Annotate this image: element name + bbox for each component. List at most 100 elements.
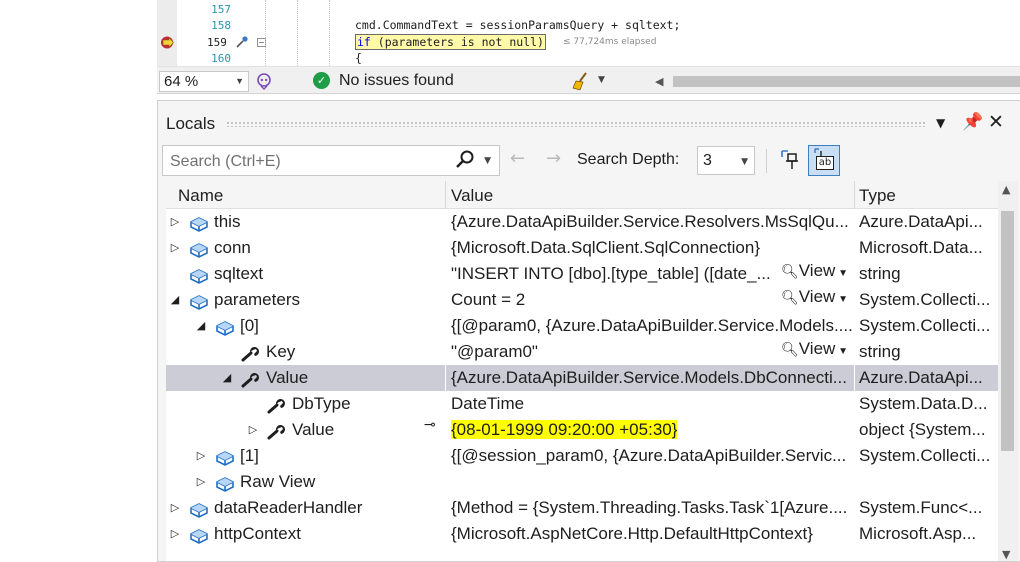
name-cell[interactable]: ▷ httpContext [166, 521, 445, 547]
column-header-type[interactable]: Type [859, 186, 896, 206]
name-cell[interactable]: Key [166, 339, 445, 365]
name-cell[interactable]: ▷ Value ⊸ [166, 417, 445, 443]
value-cell[interactable]: {Microsoft.AspNetCore.Http.DefaultHttpCo… [446, 521, 854, 547]
table-row[interactable]: ▷ Raw View [166, 469, 998, 495]
horizontal-scrollbar[interactable]: ◀ [655, 74, 1020, 88]
type-cell[interactable]: System.Func<... [855, 495, 998, 521]
type-cell[interactable]: Azure.DataApi... [855, 365, 998, 391]
column-header-name[interactable]: Name [178, 186, 223, 206]
expand-arrow-icon[interactable]: ▷ [168, 235, 182, 261]
name-cell[interactable]: ◢ Value [166, 365, 445, 391]
code-line[interactable]: { [355, 51, 362, 65]
drag-grip[interactable] [226, 121, 926, 127]
expand-arrow-icon[interactable]: ▷ [168, 495, 182, 521]
copilot-icon[interactable] [255, 72, 273, 90]
breakpoint-gutter[interactable] [157, 0, 177, 66]
collapse-arrow-icon[interactable]: ◢ [168, 287, 182, 313]
table-row[interactable]: ▷ conn {Microsoft.Data.SqlClient.SqlConnec… [166, 235, 998, 261]
value-cell[interactable]: {[@param0, {Azure.DataApiBuilder.Service… [446, 313, 854, 339]
type-cell[interactable]: Azure.DataApi... [855, 209, 998, 235]
type-cell[interactable]: System.Collecti... [855, 287, 998, 313]
table-row[interactable]: ▷ dataReaderHandler {Method = {System.Thre… [166, 495, 998, 521]
name-cell[interactable]: ▷ [1] [166, 443, 445, 469]
table-row[interactable]: ▷ Value ⊸ {08-01-1999 09:20:00 +05:30} objec… [166, 417, 998, 443]
type-cell[interactable] [855, 469, 998, 495]
expand-arrow-icon[interactable]: ▷ [168, 521, 182, 547]
locals-grid[interactable]: Name Value Type ▷ this {Azure.DataApiBuild… [166, 181, 998, 562]
code-line-current[interactable]: if (parameters is not null) [355, 34, 546, 50]
table-row[interactable]: ◢ [0] {[@param0, {Azure.DataApiBuilder.Ser… [166, 313, 998, 339]
show-raw-structure-toggle[interactable]: ab [808, 145, 840, 176]
table-row[interactable]: ▷ [1] {[@session_param0, {Azure.DataApiBui… [166, 443, 998, 469]
collapse-arrow-icon[interactable]: ◢ [194, 313, 208, 339]
scroll-thumb[interactable] [1001, 211, 1014, 451]
value-cell[interactable]: {Microsoft.Data.SqlClient.SqlConnection} [446, 235, 854, 261]
broom-icon[interactable] [571, 71, 593, 91]
type-cell[interactable]: System.Data.D... [855, 391, 998, 417]
vertical-scrollbar[interactable]: ▲ ▼ [998, 181, 1018, 562]
value-cell[interactable]: {Azure.DataApiBuilder.Service.Models.DbC… [446, 365, 854, 391]
pin-icon[interactable]: 📌 [962, 112, 983, 132]
type-cell[interactable]: System.Collecti... [855, 443, 998, 469]
search-previous-icon[interactable]: ← [510, 148, 525, 169]
expand-arrow-icon[interactable]: ▷ [194, 443, 208, 469]
value-cell[interactable]: Count = 2 🔍︎View ▼ [446, 287, 854, 313]
search-icon[interactable] [455, 149, 475, 171]
type-cell[interactable]: string [855, 261, 998, 287]
pin-to-source-icon[interactable]: ⊸ [424, 417, 436, 433]
scroll-thumb[interactable] [673, 76, 1020, 87]
eyedropper-icon[interactable] [235, 35, 249, 49]
table-row[interactable]: sqltext "INSERT INTO [dbo].[type_table] (… [166, 261, 998, 287]
visualizer-view-button[interactable]: 🔍︎View ▼ [778, 339, 848, 359]
search-input[interactable]: Search (Ctrl+E) [170, 153, 281, 171]
value-cell[interactable]: {Azure.DataApiBuilder.Service.Resolvers.… [446, 209, 854, 235]
name-cell[interactable]: sqltext [166, 261, 445, 287]
expand-arrow-icon[interactable]: ▷ [168, 209, 182, 235]
table-row[interactable]: Key "@param0" 🔍︎View ▼ string [166, 339, 998, 365]
visualizer-view-button[interactable]: 🔍︎View ▼ [778, 261, 848, 281]
column-header-value[interactable]: Value [451, 186, 493, 206]
expand-arrow-icon[interactable]: ▷ [194, 469, 208, 495]
name-cell[interactable]: ▷ dataReaderHandler [166, 495, 445, 521]
scroll-down-icon[interactable]: ▼ [1002, 548, 1010, 561]
perf-tip[interactable]: ≤ 77,724ms elapsed [563, 37, 656, 47]
search-box[interactable]: Search (Ctrl+E) ▼ [162, 145, 500, 176]
scroll-up-icon[interactable]: ▲ [1002, 183, 1010, 196]
name-cell[interactable]: DbType [166, 391, 445, 417]
expand-arrow-icon[interactable]: ▷ [246, 417, 260, 443]
name-cell[interactable]: ▷ Raw View [166, 469, 445, 495]
chevron-down-icon[interactable]: ▼ [598, 75, 605, 85]
value-cell[interactable]: "INSERT INTO [dbo].[type_table] ([date_.… [446, 261, 854, 287]
type-cell[interactable]: Microsoft.Asp... [855, 521, 998, 547]
collapse-arrow-icon[interactable]: ◢ [220, 365, 234, 391]
visualizer-view-button[interactable]: 🔍︎View ▼ [778, 287, 848, 307]
table-row[interactable]: DbType DateTime System.Data.D... [166, 391, 998, 417]
code-line[interactable]: cmd.CommandText = sessionParamsQuery + s… [355, 18, 680, 32]
name-cell[interactable]: ◢ [0] [166, 313, 445, 339]
close-icon[interactable]: ✕ [988, 111, 1004, 133]
column-resizer[interactable] [854, 181, 855, 209]
value-cell[interactable]: {08-01-1999 09:20:00 +05:30} [446, 417, 854, 443]
value-cell[interactable]: "@param0" 🔍︎View ▼ [446, 339, 854, 365]
code-editor[interactable]: 157 158 159 160 − cmd.CommandText = sess… [157, 0, 1020, 66]
table-row[interactable]: ◢ Value {Azure.DataApiBuilder.Service.Mode… [166, 365, 998, 391]
issues-status[interactable]: No issues found [339, 72, 454, 90]
table-row[interactable]: ◢ parameters Count = 2 🔍︎View ▼ System.Colle… [166, 287, 998, 313]
column-resizer[interactable] [445, 181, 446, 209]
name-cell[interactable]: ◢ parameters [166, 287, 445, 313]
window-menu-chevron-icon[interactable]: ▼ [936, 116, 945, 130]
search-depth-select[interactable]: 3 ▼ [697, 146, 755, 175]
table-row[interactable]: ▷ httpContext {Microsoft.AspNetCore.Http.D… [166, 521, 998, 547]
breakpoint-current-line-icon[interactable] [160, 35, 175, 50]
scroll-left-icon[interactable]: ◀ [655, 75, 663, 88]
locals-title-bar[interactable]: Locals ▼ 📌 ✕ [158, 101, 1020, 141]
name-cell[interactable]: ▷ this [166, 209, 445, 235]
value-cell[interactable] [446, 469, 854, 495]
chevron-down-icon[interactable]: ▼ [484, 156, 491, 166]
search-next-icon[interactable]: → [546, 148, 561, 169]
type-cell[interactable]: object {System... [855, 417, 998, 443]
name-cell[interactable]: ▷ conn [166, 235, 445, 261]
value-cell[interactable]: {Method = {System.Threading.Tasks.Task`1… [446, 495, 854, 521]
type-cell[interactable]: Microsoft.Data... [855, 235, 998, 261]
type-cell[interactable]: System.Collecti... [855, 313, 998, 339]
